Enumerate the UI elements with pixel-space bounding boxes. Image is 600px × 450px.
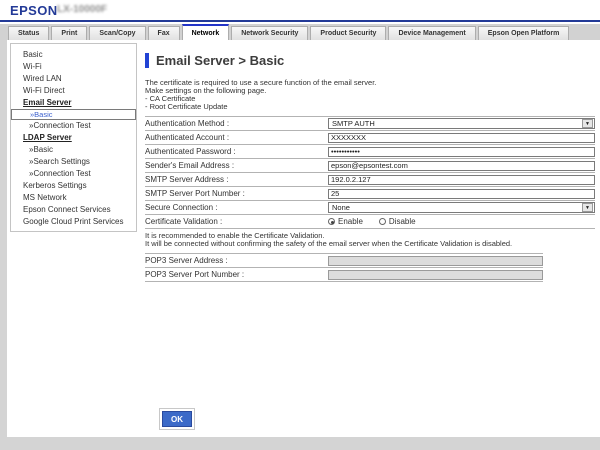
tab-device-management[interactable]: Device Management xyxy=(388,26,475,40)
smtp-server-address-input[interactable] xyxy=(328,175,595,185)
sidebar-item-wired-lan[interactable]: Wired LAN xyxy=(11,73,136,85)
sidebar-section-email-server[interactable]: Email Server xyxy=(11,97,136,109)
tab-network[interactable]: Network xyxy=(182,24,230,40)
authenticated-password-input[interactable] xyxy=(328,147,595,157)
title-accent-bar xyxy=(145,53,149,68)
radio-label-enable: Enable xyxy=(338,217,363,226)
senders-email-address-input[interactable] xyxy=(328,161,595,171)
chevron-down-icon[interactable]: ▼ xyxy=(582,203,593,212)
tab-fax[interactable]: Fax xyxy=(148,26,180,40)
form-row-pop3-server-port: POP3 Server Port Number : xyxy=(145,267,543,281)
intro-line: - Root Certificate Update xyxy=(145,103,597,111)
smtp-server-port-input[interactable] xyxy=(328,189,595,199)
note-line: It will be connected without confirming … xyxy=(145,240,597,248)
field-label: Secure Connection : xyxy=(145,203,328,212)
field-label: Authenticated Account : xyxy=(145,133,328,142)
secure-connection-select[interactable]: None ▼ xyxy=(328,202,595,213)
pop3-form: POP3 Server Address : POP3 Server Port N… xyxy=(145,253,543,282)
form-row-authentication-method: Authentication Method : SMTP AUTH ▼ xyxy=(145,116,595,130)
page-title-row: Email Server > Basic xyxy=(145,52,597,68)
sidebar-item-ldap-connection-test[interactable]: »Connection Test xyxy=(11,168,136,180)
email-server-form: Authentication Method : SMTP AUTH ▼ Auth… xyxy=(145,116,595,229)
form-row-smtp-server-address: SMTP Server Address : xyxy=(145,172,595,186)
tab-scan-copy[interactable]: Scan/Copy xyxy=(89,26,145,40)
sidebar-item-email-basic[interactable]: »Basic xyxy=(11,109,136,120)
sidebar-nav: Basic Wi-Fi Wired LAN Wi-Fi Direct Email… xyxy=(10,43,137,232)
intro-text: The certificate is required to use a sec… xyxy=(145,79,597,111)
sidebar-section-ldap-server[interactable]: LDAP Server xyxy=(11,132,136,144)
tab-network-security[interactable]: Network Security xyxy=(231,26,308,40)
epson-logo: EPSON xyxy=(10,3,58,18)
tab-bar: Status Print Scan/Copy Fax Network Netwo… xyxy=(0,24,600,40)
ok-button-outline: OK xyxy=(159,408,195,430)
form-row-certificate-validation: Certificate Validation : Enable Disable xyxy=(145,214,595,228)
field-label: SMTP Server Address : xyxy=(145,175,328,184)
tab-epson-open-platform[interactable]: Epson Open Platform xyxy=(478,26,570,40)
form-row-secure-connection: Secure Connection : None ▼ xyxy=(145,200,595,214)
field-label: Authenticated Password : xyxy=(145,147,328,156)
sidebar-item-email-connection-test[interactable]: »Connection Test xyxy=(11,120,136,132)
form-row-pop3-server-address: POP3 Server Address : xyxy=(145,253,543,267)
form-row-authenticated-account: Authenticated Account : xyxy=(145,130,595,144)
field-label: Certificate Validation : xyxy=(145,217,328,226)
pop3-server-port-input xyxy=(328,270,543,280)
ok-button[interactable]: OK xyxy=(162,411,192,427)
authenticated-account-input[interactable] xyxy=(328,133,595,143)
sidebar-item-wifi[interactable]: Wi-Fi xyxy=(11,61,136,73)
sidebar-item-ldap-basic[interactable]: »Basic xyxy=(11,144,136,156)
page-title: Email Server > Basic xyxy=(156,53,284,68)
field-label: SMTP Server Port Number : xyxy=(145,189,328,198)
sidebar-item-google-cloud-print-services[interactable]: Google Cloud Print Services xyxy=(11,216,136,228)
sidebar-item-basic[interactable]: Basic xyxy=(11,49,136,61)
sidebar-item-ms-network[interactable]: MS Network xyxy=(11,192,136,204)
tab-print[interactable]: Print xyxy=(51,26,87,40)
field-label: Sender's Email Address : xyxy=(145,161,328,170)
radio-label-disable: Disable xyxy=(389,217,416,226)
pop3-server-address-input xyxy=(328,256,543,266)
form-row-smtp-server-port: SMTP Server Port Number : xyxy=(145,186,595,200)
select-value: None xyxy=(332,203,350,212)
sidebar-item-ldap-search-settings[interactable]: »Search Settings xyxy=(11,156,136,168)
tab-status[interactable]: Status xyxy=(8,26,49,40)
sidebar-item-wifi-direct[interactable]: Wi-Fi Direct xyxy=(11,85,136,97)
field-label: POP3 Server Address : xyxy=(145,256,328,265)
intro-line: Make settings on the following page. xyxy=(145,87,597,95)
form-row-senders-email: Sender's Email Address : xyxy=(145,158,595,172)
sidebar-item-kerberos-settings[interactable]: Kerberos Settings xyxy=(11,180,136,192)
field-label: POP3 Server Port Number : xyxy=(145,270,328,279)
form-row-authenticated-password: Authenticated Password : xyxy=(145,144,595,158)
certificate-validation-note: It is recommended to enable the Certific… xyxy=(145,232,597,248)
certificate-validation-enable-radio[interactable] xyxy=(328,218,335,225)
authentication-method-select[interactable]: SMTP AUTH ▼ xyxy=(328,118,595,129)
main-panel: Email Server > Basic The certificate is … xyxy=(145,52,597,282)
chevron-down-icon[interactable]: ▼ xyxy=(582,119,593,128)
printer-model-label: LX-10000F xyxy=(57,4,107,15)
sidebar-item-epson-connect-services[interactable]: Epson Connect Services xyxy=(11,204,136,216)
field-label: Authentication Method : xyxy=(145,119,328,128)
tab-product-security[interactable]: Product Security xyxy=(310,26,386,40)
content-area: Basic Wi-Fi Wired LAN Wi-Fi Direct Email… xyxy=(7,40,600,437)
header-bar: EPSON LX-10000F xyxy=(0,0,600,20)
certificate-validation-disable-radio[interactable] xyxy=(379,218,386,225)
select-value: SMTP AUTH xyxy=(332,119,375,128)
